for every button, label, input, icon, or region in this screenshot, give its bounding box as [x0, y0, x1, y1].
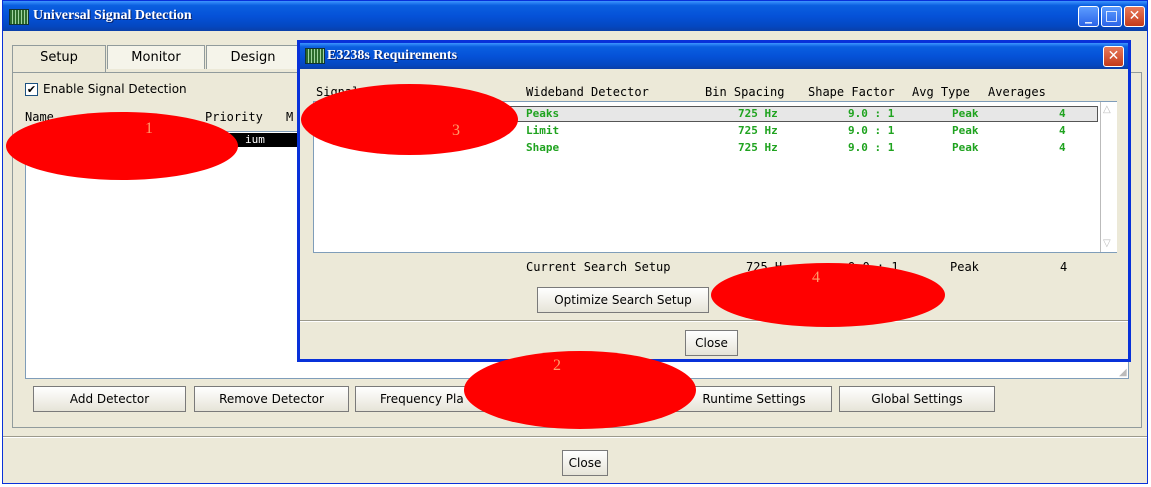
current-averages: 4 — [1060, 260, 1068, 274]
row-bin: 725 Hz — [738, 124, 778, 137]
row-bin: 725 Hz — [738, 141, 778, 154]
column-header-averages: Averages — [988, 85, 1046, 99]
row-wideband: Limit — [526, 124, 560, 137]
dialog-divider — [300, 320, 1128, 322]
row-shape: 9.0 : 1 — [848, 141, 895, 154]
column-header-shape-factor: Shape Factor — [808, 85, 895, 99]
row-averages: 4 — [1059, 124, 1066, 137]
row-shape: 9.0 : 1 — [848, 124, 895, 137]
row-avg-type: Peak — [952, 141, 979, 154]
close-window-button[interactable]: ✕ — [1124, 6, 1145, 27]
current-search-setup-label: Current Search Setup — [526, 260, 671, 274]
scroll-up-icon[interactable]: △ — [1103, 104, 1115, 116]
row-wideband: Shape — [526, 141, 560, 154]
list-resize-grip-icon: ◢ — [1119, 367, 1127, 378]
row-averages: 4 — [1059, 107, 1066, 120]
table-vertical-scrollbar[interactable]: △ ▽ — [1100, 102, 1117, 252]
tab-design[interactable]: Design — [206, 45, 300, 69]
column-header-partial: M — [286, 110, 294, 124]
annotation-oval-3: 3 — [301, 84, 518, 155]
remove-detector-button[interactable]: Remove Detector — [194, 386, 349, 412]
bottom-divider — [3, 436, 1147, 438]
row-avg-type: Peak — [952, 107, 979, 120]
tab-setup[interactable]: Setup — [12, 45, 106, 73]
annotation-oval-4: 4 — [711, 263, 945, 327]
global-settings-button[interactable]: Global Settings — [839, 386, 995, 412]
runtime-settings-button[interactable]: Runtime Settings — [676, 386, 832, 412]
annotation-label-1: 1 — [145, 120, 153, 137]
row-averages: 4 — [1059, 141, 1066, 154]
dialog-close-icon[interactable]: ✕ — [1103, 46, 1124, 67]
main-close-button[interactable]: Close — [562, 450, 608, 476]
main-window-title: Universal Signal Detection — [33, 8, 192, 23]
annotation-oval-1: 1 — [6, 112, 238, 180]
enable-signal-detection-checkbox[interactable]: ✔ — [25, 83, 38, 96]
main-title-bar[interactable]: Universal Signal Detection _ □ ✕ — [3, 1, 1147, 31]
scroll-down-icon[interactable]: ▽ — [1103, 238, 1115, 250]
minimize-button[interactable]: _ — [1078, 6, 1099, 27]
tab-monitor[interactable]: Monitor — [107, 45, 205, 69]
row-bin: 725 Hz — [738, 107, 778, 120]
optimize-search-setup-button[interactable]: Optimize Search Setup — [537, 287, 709, 313]
current-avg-type: Peak — [950, 260, 979, 274]
dialog-app-icon — [305, 48, 325, 64]
annotation-label-2: 2 — [553, 357, 561, 374]
maximize-button[interactable]: □ — [1101, 6, 1122, 27]
row-shape: 9.0 : 1 — [848, 107, 895, 120]
add-detector-button[interactable]: Add Detector — [33, 386, 186, 412]
row-avg-type: Peak — [952, 124, 979, 137]
dialog-close-button[interactable]: Close — [685, 330, 738, 356]
column-header-avg-type: Avg Type — [912, 85, 970, 99]
row-wideband: Peaks — [526, 107, 560, 120]
enable-signal-detection-label: Enable Signal Detection — [43, 82, 187, 96]
dialog-title-bar[interactable]: E3238s Requirements ✕ — [300, 43, 1128, 69]
column-header-wideband-detector: Wideband Detector — [526, 85, 649, 99]
annotation-label-3: 3 — [452, 122, 460, 139]
column-header-priority: Priority — [205, 110, 263, 124]
dialog-title: E3238s Requirements — [327, 48, 458, 63]
app-icon — [9, 9, 29, 25]
selected-row-priority: ium — [245, 133, 265, 146]
annotation-oval-2: 2 — [464, 351, 696, 429]
column-header-bin-spacing: Bin Spacing — [705, 85, 785, 99]
annotation-label-4: 4 — [812, 269, 820, 286]
